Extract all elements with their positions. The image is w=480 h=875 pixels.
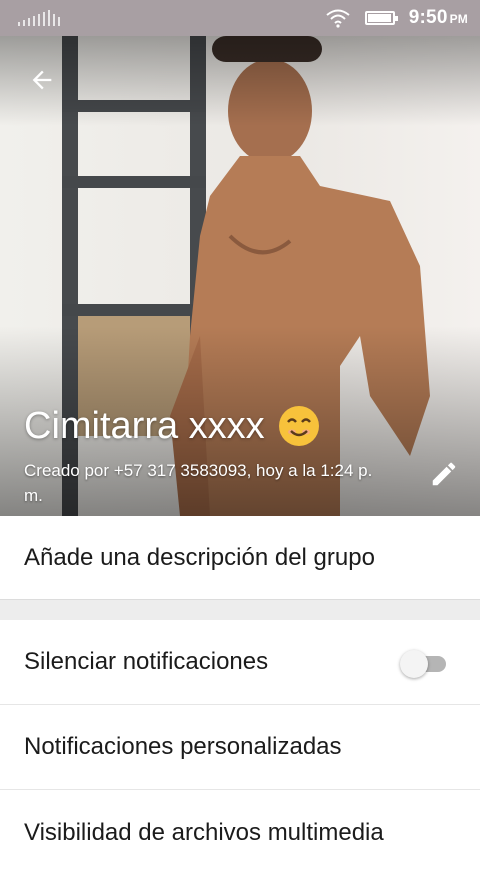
section-divider xyxy=(0,600,480,620)
battery-icon xyxy=(364,11,398,25)
mute-notifications-toggle[interactable] xyxy=(400,650,448,678)
settings-list: Silenciar notificaciones Notificaciones … xyxy=(0,620,480,875)
status-time: 9:50 PM xyxy=(408,7,468,28)
toggle-thumb xyxy=(400,650,428,678)
group-header: Cimitarra xxxx Creado por +57 317 358309… xyxy=(0,36,480,516)
group-title: Cimitarra xxxx xyxy=(24,404,321,448)
back-button[interactable] xyxy=(24,62,60,98)
signal-icon xyxy=(18,10,60,26)
status-bar: 9:50 PM xyxy=(0,0,480,36)
wifi-icon xyxy=(325,8,351,28)
pencil-icon xyxy=(432,462,456,486)
add-group-description[interactable]: Añade una descripción del grupo xyxy=(0,516,480,600)
custom-notifications-label: Notificaciones personalizadas xyxy=(24,733,342,760)
edit-group-name-button[interactable] xyxy=(426,456,462,492)
media-visibility-row[interactable]: Visibilidad de archivos multimedia xyxy=(0,790,480,875)
media-visibility-label: Visibilidad de archivos multimedia xyxy=(24,818,384,846)
add-group-description-label: Añade una descripción del grupo xyxy=(24,543,375,571)
smiling-face-icon xyxy=(278,406,319,446)
created-by-text: Creado por +57 317 3583093, hoy a la 1:2… xyxy=(24,461,373,505)
mute-notifications-label: Silenciar notificaciones xyxy=(24,648,269,675)
custom-notifications-row[interactable]: Notificaciones personalizadas xyxy=(0,705,480,790)
arrow-left-icon xyxy=(32,70,52,90)
mute-notifications-row[interactable]: Silenciar notificaciones xyxy=(0,620,480,705)
